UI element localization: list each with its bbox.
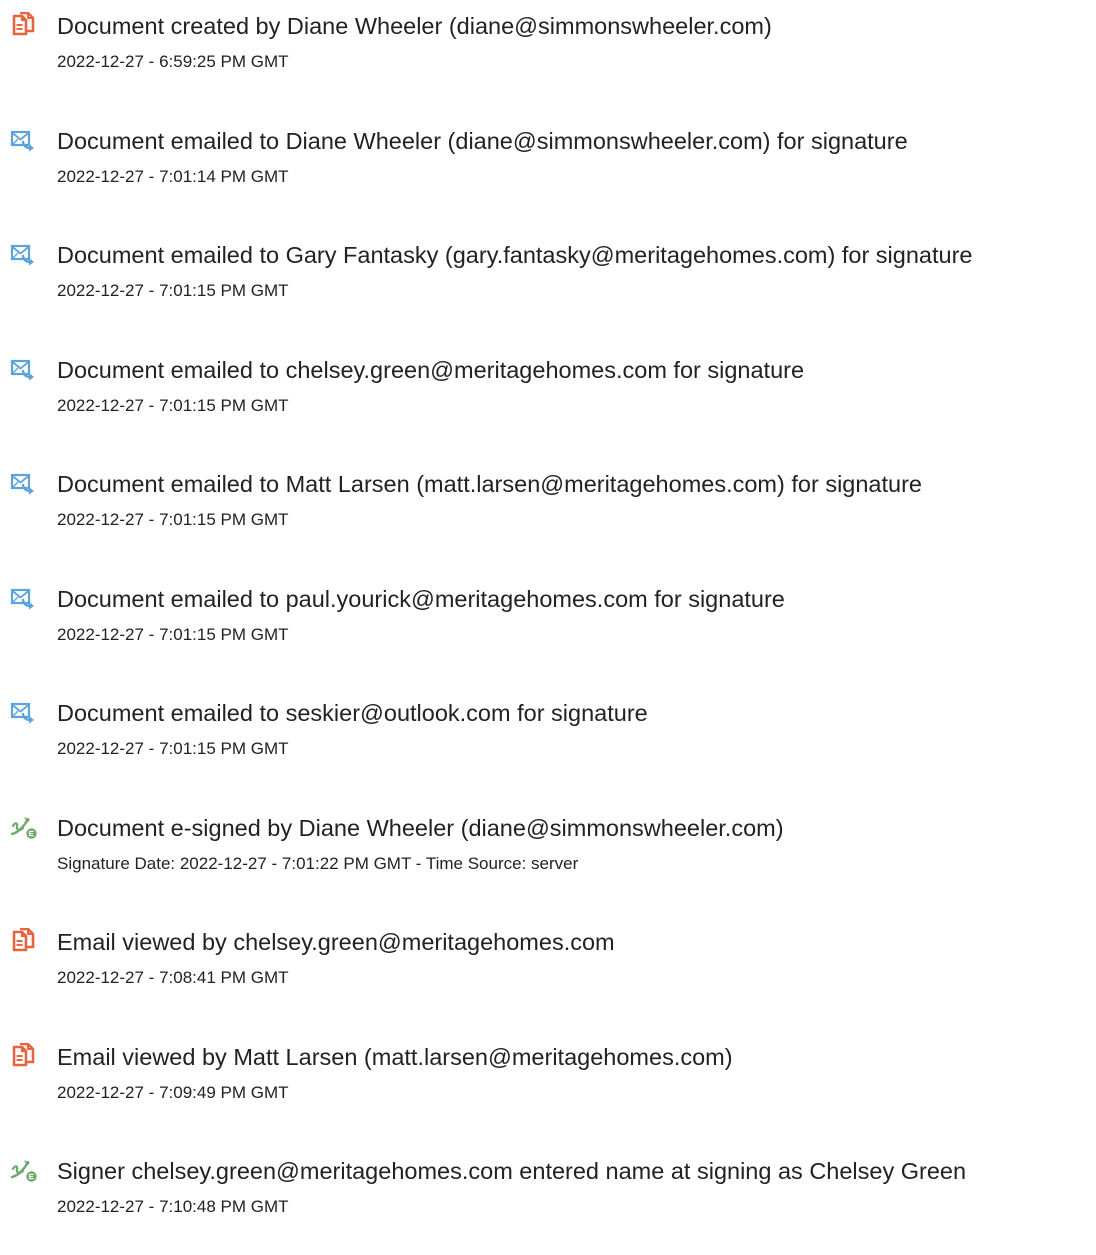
entry-timestamp: 2022-12-27 - 7:01:15 PM GMT: [57, 739, 289, 758]
entry-timestamp: 2022-12-27 - 7:01:14 PM GMT: [57, 166, 289, 186]
entry-title: Document e-signed by Diane Wheeler (dian…: [57, 814, 784, 841]
entry-timestamp: 2022-12-27 - 7:01:15 PM GMT: [57, 281, 289, 300]
document-icon: [10, 928, 50, 954]
entry-timestamp: 2022-12-27 - 7:01:15 PM GMT: [57, 510, 289, 529]
log-entry: Document created by Diane Wheeler (diane…: [0, 0, 1096, 110]
entry-title: Email viewed by chelsey.green@meritageho…: [57, 929, 615, 955]
entry-title: Document emailed to seskier@outlook.com …: [57, 700, 648, 726]
entry-timestamp: 2022-12-27 - 7:01:15 PM GMT: [57, 395, 289, 415]
entry-title: Document emailed to Matt Larsen (matt.la…: [57, 471, 922, 497]
esign-icon: [10, 814, 50, 840]
entry-title: Document emailed to paul.yourick@meritag…: [57, 585, 785, 612]
log-entry: Document emailed to Matt Larsen (matt.la…: [0, 458, 1096, 568]
document-icon: [10, 1042, 50, 1069]
entry-timestamp: 2022-12-27 - 7:10:48 PM GMT: [57, 1197, 289, 1216]
email-icon: [10, 470, 50, 496]
log-entry: Document e-signed by Diane Wheeler (dian…: [0, 802, 1096, 912]
log-entry: Document emailed to chelsey.green@merita…: [0, 344, 1096, 454]
entry-title: Document emailed to Diane Wheeler (diane…: [57, 127, 908, 154]
entry-timestamp: 2022-12-27 - 7:01:15 PM GMT: [57, 624, 289, 644]
log-entry: Document emailed to Gary Fantasky (gary.…: [0, 229, 1096, 339]
document-icon: [10, 12, 50, 38]
log-entry: Email viewed by Matt Larsen (matt.larsen…: [0, 1031, 1096, 1141]
entry-title: Email viewed by Matt Larsen (matt.larsen…: [57, 1043, 733, 1070]
entry-title: Document emailed to Gary Fantasky (gary.…: [57, 242, 973, 268]
signature-detail: Signature Date: 2022-12-27 - 7:01:22 PM …: [57, 853, 579, 873]
log-entry: Document emailed to paul.yourick@meritag…: [0, 573, 1096, 683]
email-icon: [10, 241, 50, 267]
entry-timestamp: 2022-12-27 - 7:08:41 PM GMT: [57, 968, 289, 987]
log-entry: Document emailed to seskier@outlook.com …: [0, 687, 1096, 797]
entry-title: Document created by Diane Wheeler (diane…: [57, 13, 772, 39]
email-icon: [10, 585, 50, 611]
entry-timestamp: 2022-12-27 - 6:59:25 PM GMT: [57, 52, 289, 71]
entry-timestamp: 2022-12-27 - 7:09:49 PM GMT: [57, 1082, 289, 1102]
email-icon: [10, 699, 50, 725]
entry-title: Document emailed to chelsey.green@merita…: [57, 356, 805, 383]
entry-title: Signer chelsey.green@meritagehomes.com e…: [57, 1158, 967, 1184]
email-icon: [10, 356, 50, 382]
log-entry: Email viewed by chelsey.green@meritageho…: [0, 916, 1096, 1026]
esign-icon: [10, 1157, 50, 1183]
log-entry: Signer chelsey.green@meritagehomes.com e…: [0, 1145, 1096, 1255]
email-icon: [10, 127, 50, 153]
log-entry: Document emailed to Diane Wheeler (diane…: [0, 115, 1096, 225]
